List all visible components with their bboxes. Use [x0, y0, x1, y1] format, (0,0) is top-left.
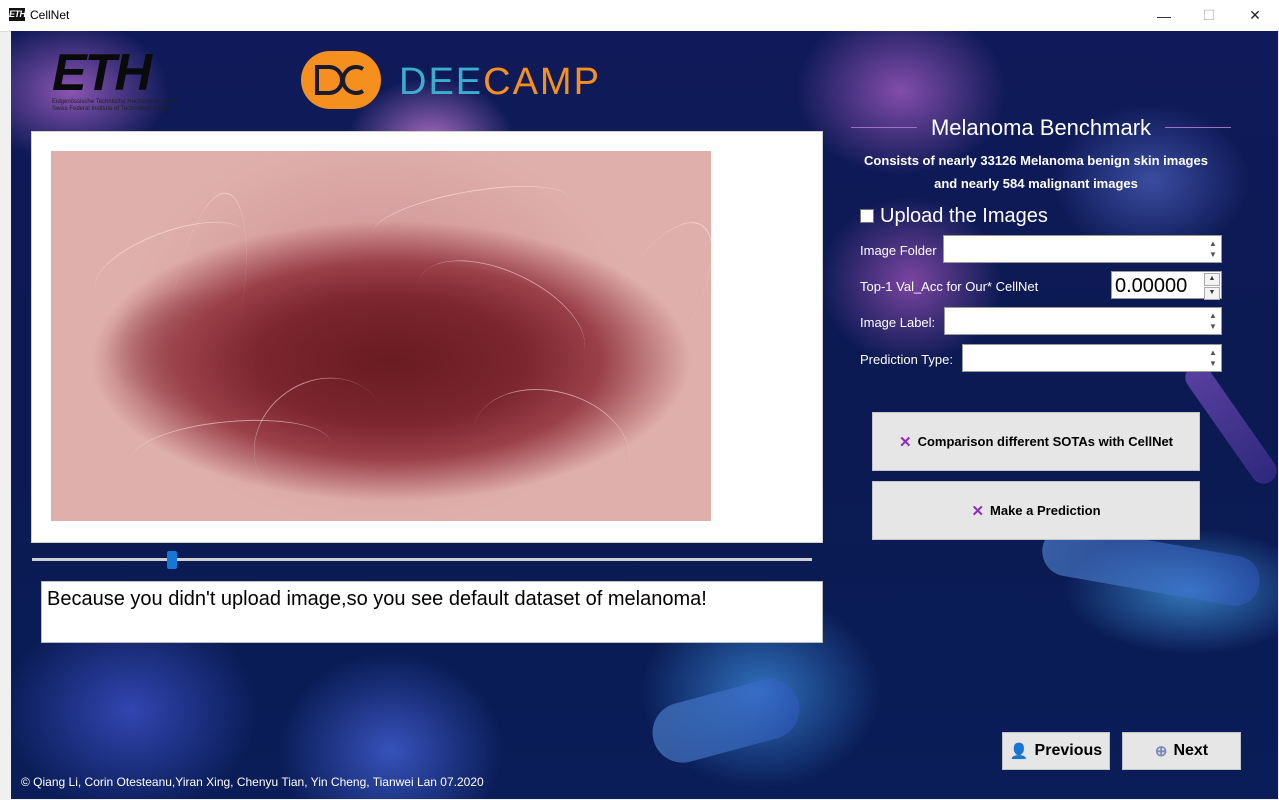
spinbox-arrows[interactable]: ▲ ▼: [1204, 273, 1220, 300]
eth-logo: ETH Eidgenössische Technische Hochschule…: [52, 47, 217, 113]
message-text: Because you didn't upload image,so you s…: [47, 588, 707, 610]
app-icon: ETH: [9, 8, 26, 21]
maximize-button[interactable]: ☐: [1186, 0, 1232, 31]
cross-icon: ✕: [971, 502, 985, 520]
next-label: Next: [1173, 742, 1209, 759]
make-prediction-button[interactable]: ✕ Make a Prediction: [872, 481, 1200, 540]
upload-images-option[interactable]: Upload the Images: [860, 203, 1048, 229]
close-button[interactable]: ✕: [1232, 0, 1278, 31]
deecamp-logo: DEECAMP: [301, 51, 681, 111]
deecamp-badge-icon: [301, 51, 381, 109]
message-box[interactable]: Because you didn't upload image,so you s…: [41, 581, 823, 643]
image-label-scroll-arrows[interactable]: ▲ ▼: [1207, 310, 1219, 332]
deecamp-wordmark: DEECAMP: [399, 61, 601, 104]
image-viewer-panel: [31, 131, 823, 543]
top1-accuracy-value: 0.00000: [1115, 275, 1188, 297]
upload-images-label: Upload the Images: [880, 204, 1048, 227]
eth-logo-subtitle-1: Eidgenössische Technische Hochschule Zür…: [52, 99, 177, 105]
prediction-type-scroll-arrows[interactable]: ▲ ▼: [1207, 347, 1219, 369]
top1-accuracy-label: Top-1 Val_Acc for Our* CellNet: [860, 279, 1039, 294]
image-label-label: Image Label:: [860, 315, 936, 330]
window-titlebar: ETH CellNet — ☐ ✕: [0, 0, 1279, 32]
main-window: ETH Eidgenössische Technische Hochschule…: [11, 31, 1278, 799]
top1-accuracy-spinbox[interactable]: 0.00000 ▲ ▼: [1111, 271, 1222, 300]
image-folder-field[interactable]: ▲ ▼: [943, 235, 1222, 263]
background-cell-decoration: [645, 672, 807, 770]
make-prediction-label: Make a Prediction: [990, 503, 1101, 518]
image-folder-label: Image Folder: [860, 243, 937, 258]
deecamp-wordmark-dee: DEE: [399, 61, 484, 103]
benchmark-title: Melanoma Benchmark: [930, 115, 1152, 140]
previous-button[interactable]: 👤 Previous: [1002, 732, 1110, 770]
benchmark-description-line-2: and nearly 584 malignant images: [934, 176, 1138, 191]
previous-label: Previous: [1034, 742, 1103, 759]
melanoma-image: [51, 151, 711, 521]
prediction-type-field[interactable]: ▲ ▼: [962, 344, 1222, 372]
cross-icon: ✕: [898, 433, 912, 451]
user-icon: 👤: [1009, 743, 1029, 760]
compare-sotas-label: Comparison different SOTAs with CellNet: [917, 434, 1174, 449]
next-button[interactable]: ⊕ Next: [1122, 732, 1241, 770]
spin-up-icon[interactable]: ▲: [1204, 273, 1220, 286]
crosshair-icon: ⊕: [1154, 743, 1168, 760]
deecamp-wordmark-camp: CAMP: [483, 61, 601, 103]
image-slider-track[interactable]: [32, 558, 812, 561]
compare-sotas-button[interactable]: ✕ Comparison different SOTAs with CellNe…: [872, 412, 1200, 471]
benchmark-description-line-1: Consists of nearly 33126 Melanoma benign…: [864, 153, 1208, 168]
image-label-field[interactable]: ▲ ▼: [944, 307, 1222, 335]
spin-down-icon[interactable]: ▼: [1204, 287, 1220, 300]
image-folder-scroll-arrows[interactable]: ▲ ▼: [1207, 238, 1219, 260]
benchmark-header: Melanoma Benchmark: [851, 115, 1231, 145]
eth-logo-subtitle-2: Swiss Federal Institute of Technology Zu…: [52, 106, 170, 112]
eth-logo-wordmark: ETH: [52, 44, 152, 102]
image-slider-handle[interactable]: [167, 551, 178, 569]
upload-images-checkbox[interactable]: [860, 209, 874, 223]
copyright-footer: © Qiang Li, Corin Otesteanu,Yiran Xing, …: [21, 775, 484, 789]
prediction-type-label: Prediction Type:: [860, 352, 953, 367]
window-title: CellNet: [30, 8, 70, 22]
minimize-button[interactable]: —: [1141, 0, 1187, 31]
